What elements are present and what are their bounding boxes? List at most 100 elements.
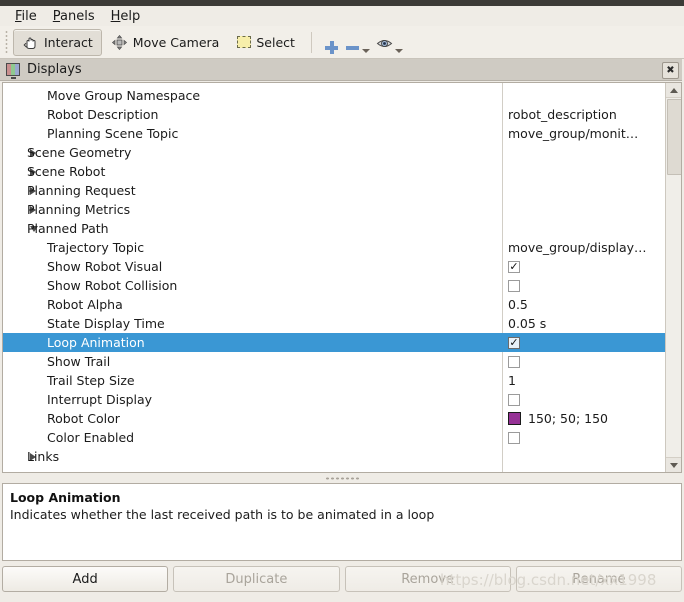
tree-row[interactable]: Move Group Namespace (3, 86, 665, 105)
tree-row[interactable]: Links (3, 447, 665, 466)
hand-cursor-icon (22, 34, 39, 51)
tree-row[interactable]: Color Enabled (3, 428, 665, 447)
close-icon[interactable]: ✖ (662, 62, 679, 79)
tree-row[interactable]: Planning Scene Topic move_group/monit… (3, 124, 665, 143)
tree-row-checkbox[interactable]: ✓ (508, 260, 520, 273)
tree-row-label: Robot Description (47, 107, 159, 122)
triangle-up-icon (669, 87, 678, 93)
plus-icon (324, 40, 339, 55)
remove-button: Remove (344, 566, 511, 592)
tree-vertical-scrollbar[interactable] (665, 83, 681, 472)
tree-row[interactable]: Show Trail (3, 352, 665, 371)
tree-row-label: Robot Color (47, 411, 120, 426)
menu-file-rest: ile (21, 8, 37, 24)
tree-row-label: Robot Alpha (47, 297, 123, 312)
tree-row-label: Planning Scene Topic (47, 126, 179, 141)
tree-row[interactable]: Interrupt Display (3, 390, 665, 409)
tree-row[interactable]: Planning Request (3, 181, 665, 200)
displays-tree: Move Group Namespace Robot Description rob… (2, 82, 682, 473)
scroll-down-button[interactable] (666, 457, 681, 472)
splitter-grip-dots (325, 477, 359, 480)
triangle-down-icon (669, 462, 678, 468)
move-camera-tool-label: Move Camera (132, 34, 220, 50)
move-camera-icon (111, 34, 128, 51)
tree-row-checkbox[interactable]: ✓ (508, 336, 520, 349)
tree-row[interactable]: Show Robot Collision (3, 276, 665, 295)
tree-row-value: 0.05 s (508, 316, 547, 331)
panel-splitter[interactable] (2, 474, 682, 483)
chevron-down-icon[interactable] (361, 48, 370, 53)
add-tool-button[interactable] (321, 30, 342, 55)
tree-row[interactable]: Trajectory Topic move_group/display… (3, 238, 665, 257)
eye-icon (376, 35, 393, 52)
tree-row-label: Trail Step Size (47, 373, 135, 388)
add-button[interactable]: Add (2, 566, 169, 592)
scrollbar-thumb[interactable] (667, 99, 681, 175)
menu-bar: File Panels Help (0, 6, 684, 26)
tree-row-label: Planning Request (27, 183, 136, 198)
remove-tool-button[interactable] (342, 30, 373, 55)
tree-row-checkbox[interactable] (508, 355, 520, 368)
tree-row[interactable]: State Display Time 0.05 s (3, 314, 665, 333)
tree-row[interactable]: Scene Robot (3, 162, 665, 181)
color-swatch[interactable] (508, 412, 521, 425)
tree-row-value: 0.5 (508, 297, 528, 312)
tree-row-value: 150; 50; 150 (528, 411, 608, 426)
tree-row[interactable]: Robot Color 150; 50; 150 (3, 409, 665, 428)
chevron-down-icon-2[interactable] (394, 48, 403, 53)
interact-tool-label: Interact (44, 34, 93, 50)
description-text: Indicates whether the last received path… (10, 507, 435, 522)
tree-row[interactable]: Planned Path (3, 219, 665, 238)
minus-icon (345, 40, 360, 55)
tree-row-value: move_group/display… (508, 240, 647, 255)
tree-row[interactable]: Trail Step Size 1 (3, 371, 665, 390)
menu-help-rest: elp (120, 8, 141, 24)
tree-row-label: Trajectory Topic (47, 240, 145, 255)
tree-row-list: Move Group Namespace Robot Description rob… (3, 86, 665, 466)
tree-row[interactable]: Robot Description robot_description (3, 105, 665, 124)
displays-panel-titlebar: Displays ✖ (0, 59, 684, 81)
tree-row-label: Show Robot Collision (47, 278, 178, 293)
tree-row-value: 1 (508, 373, 516, 388)
displays-tree-viewport: Move Group Namespace Robot Description rob… (3, 83, 665, 472)
tree-row-label: State Display Time (47, 316, 165, 331)
monitor-icon (6, 63, 20, 79)
tree-row-label: Show Trail (47, 354, 111, 369)
tree-row-value: move_group/monit… (508, 126, 639, 141)
duplicate-button: Duplicate (173, 566, 340, 592)
panel-title: Displays (27, 62, 82, 77)
scroll-up-button[interactable] (666, 83, 681, 98)
tree-row-label: Move Group Namespace (47, 88, 201, 103)
tree-row[interactable]: Robot Alpha 0.5 (3, 295, 665, 314)
rviz-displays-window: File Panels Help Interact Move Camera Se… (0, 0, 684, 602)
select-tool-button[interactable]: Select (228, 29, 304, 56)
menu-panels-rest: anels (60, 8, 95, 24)
move-camera-tool-button[interactable]: Move Camera (102, 29, 229, 56)
tree-row[interactable]: Loop Animation ✓ (3, 333, 665, 352)
tree-row-checkbox[interactable] (508, 431, 520, 444)
displays-button-row: Add Duplicate Remove Rename (2, 566, 682, 593)
description-title: Loop Animation (10, 490, 121, 505)
tree-row-label: Links (27, 449, 60, 464)
tree-row-label: Scene Robot (27, 164, 106, 179)
tree-row-label: Interrupt Display (47, 392, 153, 407)
description-panel: Loop Animation Indicates whether the las… (2, 483, 682, 561)
select-rect-icon (237, 36, 252, 48)
toolbar: Interact Move Camera Select (0, 26, 684, 59)
rename-button: Rename (515, 566, 682, 592)
toolbar-grip[interactable] (3, 31, 12, 53)
view-tool-button[interactable] (373, 30, 406, 55)
tree-row[interactable]: Planning Metrics (3, 200, 665, 219)
tree-row-checkbox[interactable] (508, 393, 520, 406)
tree-row-label: Planning Metrics (27, 202, 131, 217)
tree-row[interactable]: Scene Geometry (3, 143, 665, 162)
menu-item-help[interactable]: Help (104, 8, 150, 25)
tree-row-checkbox[interactable] (508, 279, 520, 292)
tree-row-value: robot_description (508, 107, 617, 122)
menu-item-file[interactable]: File (8, 8, 46, 25)
menu-item-panels[interactable]: Panels (46, 8, 104, 25)
tree-row[interactable]: Show Robot Visual ✓ (3, 257, 665, 276)
interact-tool-button[interactable]: Interact (13, 28, 102, 56)
toolbar-separator (310, 31, 312, 53)
tree-row-label: Planned Path (27, 221, 109, 236)
